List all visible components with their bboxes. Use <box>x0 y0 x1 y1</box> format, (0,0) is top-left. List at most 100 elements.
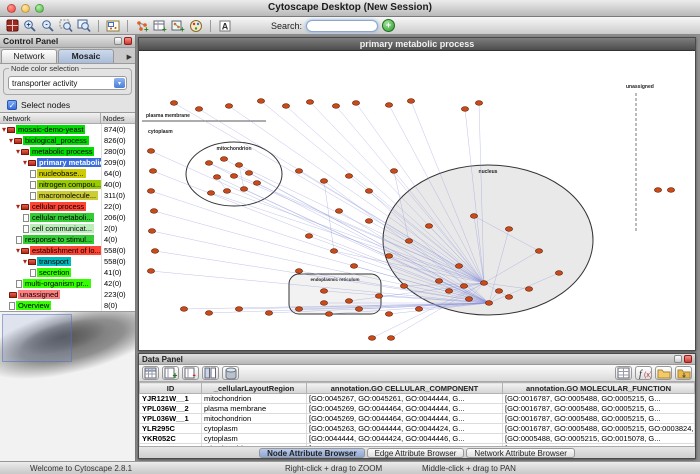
column-header[interactable]: _cellularLayoutRegion <box>202 383 307 394</box>
tree-item[interactable]: secretion41(0) <box>0 267 135 278</box>
column-header[interactable]: ID <box>140 383 202 394</box>
graph-node[interactable] <box>495 289 502 294</box>
close-panel-icon[interactable] <box>684 355 692 363</box>
graph-node[interactable] <box>375 294 382 299</box>
graph-node[interactable] <box>455 264 462 269</box>
clear-table-icon[interactable] <box>222 366 239 380</box>
tree-item[interactable]: ▾primary metabolic...209(0) <box>0 157 135 168</box>
graph-node[interactable] <box>220 157 227 162</box>
graph-node[interactable] <box>400 284 407 289</box>
import-network-icon[interactable]: + <box>134 18 150 34</box>
tab-scroll-right-icon[interactable]: ▶ <box>127 53 134 63</box>
graph-node[interactable] <box>345 299 352 304</box>
graph-node[interactable] <box>355 307 362 312</box>
tree-expander-icon[interactable]: ▾ <box>16 202 20 211</box>
graph-node[interactable] <box>505 295 512 300</box>
graph-node[interactable] <box>667 188 674 193</box>
graph-node[interactable] <box>320 289 327 294</box>
column-header[interactable]: annotation.GO MOLECULAR_FUNCTION <box>503 383 695 394</box>
graph-node[interactable] <box>461 107 468 112</box>
graph-node[interactable] <box>505 227 512 232</box>
graph-node[interactable] <box>265 311 272 316</box>
search-input[interactable] <box>306 20 378 32</box>
tree-item[interactable]: cellular metaboli...206(0) <box>0 212 135 223</box>
tree-item[interactable]: macromolecule...311(0) <box>0 190 135 201</box>
graph-node[interactable] <box>147 269 154 274</box>
graph-node[interactable] <box>385 312 392 317</box>
select-attributes-icon[interactable] <box>142 366 159 380</box>
tree-item[interactable]: multi-organism pr...42(0) <box>0 278 135 289</box>
column-select-icon[interactable] <box>202 366 219 380</box>
float-panel-icon[interactable] <box>114 37 122 45</box>
table-row[interactable]: YPL036W__1mitochondrion[GO:0045269, GO:0… <box>140 414 695 424</box>
graph-node[interactable] <box>535 249 542 254</box>
close-panel-icon[interactable] <box>124 37 132 45</box>
panel-grid-icon[interactable] <box>4 18 20 34</box>
graph-node[interactable] <box>225 104 232 109</box>
graph-node[interactable] <box>147 189 154 194</box>
graph-node[interactable] <box>407 99 414 104</box>
graph-node[interactable] <box>368 336 375 341</box>
tab-edge-attribute-browser[interactable]: Edge Attribute Browser <box>367 448 465 458</box>
graph-node[interactable] <box>230 174 237 179</box>
graph-node[interactable] <box>306 100 313 105</box>
table-row[interactable]: YLR295Ccytoplasm[GO:0045263, GO:0044444,… <box>140 424 695 434</box>
tree-item[interactable]: unassigned223(0) <box>0 289 135 300</box>
tree-expander-icon[interactable]: ▾ <box>9 136 13 145</box>
attribute-dropdown[interactable]: transporter activity ▾ <box>8 76 127 90</box>
tab-network-attribute-browser[interactable]: Network Attribute Browser <box>466 448 574 458</box>
graph-node[interactable] <box>335 209 342 214</box>
graph-node[interactable] <box>295 307 302 312</box>
graph-node[interactable] <box>415 307 422 312</box>
annotation-icon[interactable]: A <box>217 18 233 34</box>
graph-node[interactable] <box>385 254 392 259</box>
tree-expander-icon[interactable]: ▾ <box>16 147 20 156</box>
tree-item[interactable]: response to stimul...4(0) <box>0 234 135 245</box>
graph-node[interactable] <box>147 149 154 154</box>
graph-node[interactable] <box>435 279 442 284</box>
float-panel-icon[interactable] <box>674 355 682 363</box>
birdseye-view[interactable] <box>0 311 135 461</box>
tree-column-network[interactable]: Network <box>0 113 101 123</box>
graph-node[interactable] <box>320 301 327 306</box>
zoom-in-icon[interactable]: + <box>22 18 38 34</box>
tree-expander-icon[interactable]: ▾ <box>16 246 20 255</box>
graph-node[interactable] <box>151 249 158 254</box>
tree-column-nodes[interactable]: Nodes <box>101 113 135 124</box>
tree-item[interactable]: ▾transport558(0) <box>0 256 135 267</box>
table-row[interactable]: YPL036W__2plasma membrane[GO:0045269, GO… <box>140 404 695 414</box>
zoom-selected-icon[interactable] <box>58 18 74 34</box>
graph-node[interactable] <box>257 99 264 104</box>
graph-node[interactable] <box>480 281 487 286</box>
graph-node[interactable] <box>352 101 359 106</box>
import-attributes-icon[interactable]: + <box>152 18 168 34</box>
table-row[interactable]: YKR052Ccytoplasm[GO:0044444, GO:0044424,… <box>140 434 695 444</box>
zoom-out-icon[interactable]: - <box>40 18 56 34</box>
tree-item[interactable]: nitrogen compou...40(0) <box>0 179 135 190</box>
tab-node-attribute-browser[interactable]: Node Attribute Browser <box>259 448 365 458</box>
graph-node[interactable] <box>223 189 230 194</box>
tab-mosaic[interactable]: Mosaic <box>58 49 114 63</box>
graph-node[interactable] <box>170 101 177 106</box>
graph-node[interactable] <box>207 191 214 196</box>
graph-node[interactable] <box>240 187 247 192</box>
tree-item[interactable]: nucleobase...64(0) <box>0 168 135 179</box>
birdseye-viewport-rect[interactable] <box>2 314 72 362</box>
graph-node[interactable] <box>320 179 327 184</box>
tree-item[interactable]: Overview8(0) <box>0 300 135 311</box>
graph-node[interactable] <box>149 169 156 174</box>
delete-attribute-icon[interactable]: - <box>182 366 199 380</box>
graph-node[interactable] <box>485 301 492 306</box>
graph-node[interactable] <box>465 297 472 302</box>
graph-node[interactable] <box>282 104 289 109</box>
graph-node[interactable] <box>470 214 477 219</box>
graph-node[interactable] <box>195 107 202 112</box>
graph-node[interactable] <box>330 249 337 254</box>
tree-item[interactable]: ▾establishment of lo...558(0) <box>0 245 135 256</box>
formula-builder-icon[interactable]: f(x) <box>635 366 652 380</box>
graph-node[interactable] <box>205 311 212 316</box>
matrix-icon[interactable] <box>615 366 632 380</box>
graph-node[interactable] <box>555 271 562 276</box>
graph-node[interactable] <box>405 239 412 244</box>
graph-node[interactable] <box>525 287 532 292</box>
